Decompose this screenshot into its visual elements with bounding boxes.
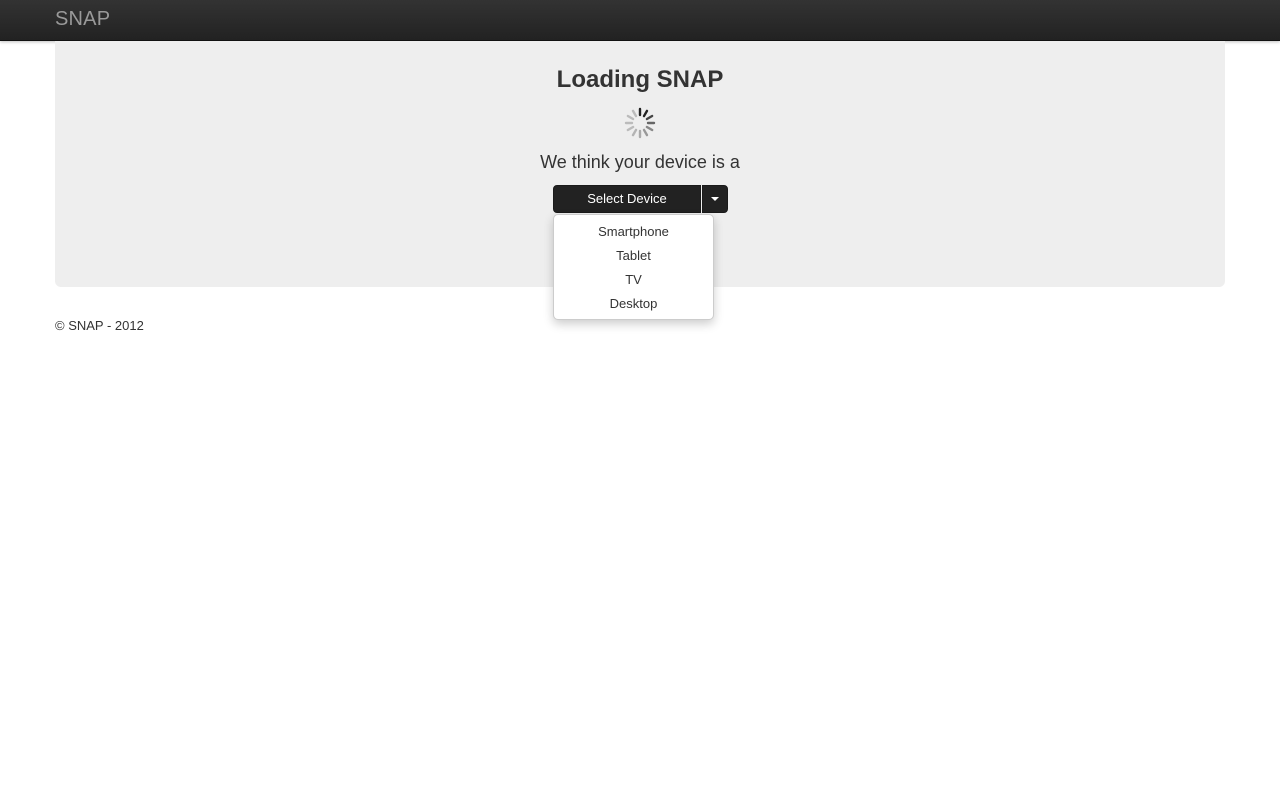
dropdown-toggle-button[interactable] xyxy=(702,185,728,213)
brand-link[interactable]: SNAP xyxy=(55,8,110,31)
device-guess-text: We think your device is a xyxy=(540,152,740,172)
footer-copyright: © SNAP - 2012 xyxy=(55,318,144,333)
dropdown-item-tv[interactable]: TV xyxy=(554,268,713,292)
caret-down-icon xyxy=(711,197,719,201)
spinner-icon xyxy=(624,107,656,139)
dropdown-item-tablet[interactable]: Tablet xyxy=(554,244,713,268)
select-device-button[interactable]: Select Device xyxy=(553,185,701,213)
device-dropdown-menu: Smartphone Tablet TV Desktop xyxy=(553,214,714,320)
dropdown-item-smartphone[interactable]: Smartphone xyxy=(554,220,713,244)
dropdown-item-desktop[interactable]: Desktop xyxy=(554,292,713,316)
page-title: Loading SNAP xyxy=(556,66,724,93)
top-navbar: SNAP xyxy=(0,0,1280,41)
